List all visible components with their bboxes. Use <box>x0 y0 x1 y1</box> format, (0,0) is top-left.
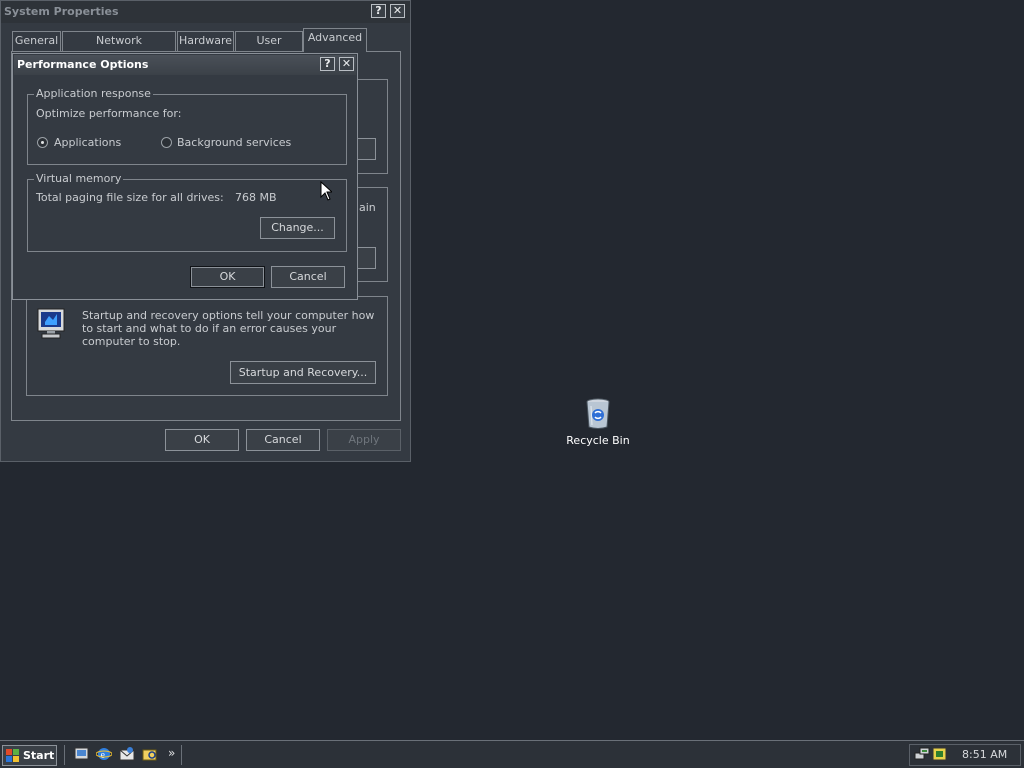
application-response-legend: Application response <box>34 87 153 100</box>
radio-applications-label[interactable]: Applications <box>54 136 121 149</box>
taskbar-separator <box>181 745 184 765</box>
taskbar: Start e » 8:51 AM <box>0 740 1024 768</box>
windows-explorer-icon[interactable] <box>142 746 158 762</box>
performance-options-window: Performance Options ? ✕ Application resp… <box>12 53 358 300</box>
internet-explorer-icon[interactable]: e <box>95 746 113 762</box>
mouse-cursor-icon <box>320 180 334 204</box>
system-properties-titlebar[interactable]: System Properties <box>1 1 410 23</box>
computer-icon <box>36 308 66 342</box>
startup-description: Startup and recovery options tell your c… <box>82 309 375 348</box>
clock[interactable]: 8:51 AM <box>962 748 1007 761</box>
recycle-bin-desktop-icon[interactable]: Recycle Bin <box>566 398 630 450</box>
radio-background-services[interactable] <box>161 137 172 148</box>
application-response-group: Application response <box>27 88 347 165</box>
change-button[interactable]: Change... <box>260 217 335 239</box>
virtual-memory-legend: Virtual memory <box>34 172 124 185</box>
optimize-label: Optimize performance for: <box>36 107 182 120</box>
performance-options-close-button[interactable]: ✕ <box>339 57 354 71</box>
performance-options-help-button[interactable]: ? <box>320 57 335 71</box>
quicklaunch-more-chevron[interactable]: » <box>168 746 175 760</box>
radio-applications[interactable] <box>37 137 48 148</box>
performance-cancel-button[interactable]: Cancel <box>271 266 345 288</box>
startup-and-recovery-button[interactable]: Startup and Recovery... <box>230 361 376 384</box>
system-properties-close-button[interactable]: ✕ <box>390 4 405 18</box>
environment-partial-text: ain <box>359 201 376 214</box>
performance-ok-button[interactable]: OK <box>190 266 265 288</box>
system-properties-cancel-button[interactable]: Cancel <box>246 429 320 451</box>
system-properties-help-button[interactable]: ? <box>371 4 386 18</box>
virtual-memory-group: Virtual memory <box>27 173 347 252</box>
system-properties-apply-button[interactable]: Apply <box>327 429 401 451</box>
tab-hardware[interactable]: Hardware <box>177 31 234 51</box>
tab-network-identification[interactable]: Network Identification <box>62 31 176 65</box>
tab-general[interactable]: General <box>12 31 61 51</box>
tab-user-profiles[interactable]: User Profiles <box>235 31 303 65</box>
performance-options-titlebar[interactable]: Performance Options <box>14 55 356 75</box>
volume-tray-icon[interactable] <box>932 746 948 762</box>
recycle-bin-icon <box>584 398 612 433</box>
tab-advanced[interactable]: Advanced <box>303 28 367 52</box>
windows-logo-icon <box>6 749 19 765</box>
show-desktop-icon[interactable] <box>74 746 90 762</box>
quicklaunch-separator <box>64 745 67 765</box>
system-properties-ok-button[interactable]: OK <box>165 429 239 451</box>
radio-background-services-label[interactable]: Background services <box>177 136 291 149</box>
paging-file-label: Total paging file size for all drives: <box>36 191 224 204</box>
paging-file-value: 768 MB <box>235 191 277 204</box>
recycle-bin-label: Recycle Bin <box>566 434 630 447</box>
network-tray-icon[interactable] <box>914 746 930 762</box>
outlook-express-icon[interactable] <box>119 746 135 762</box>
